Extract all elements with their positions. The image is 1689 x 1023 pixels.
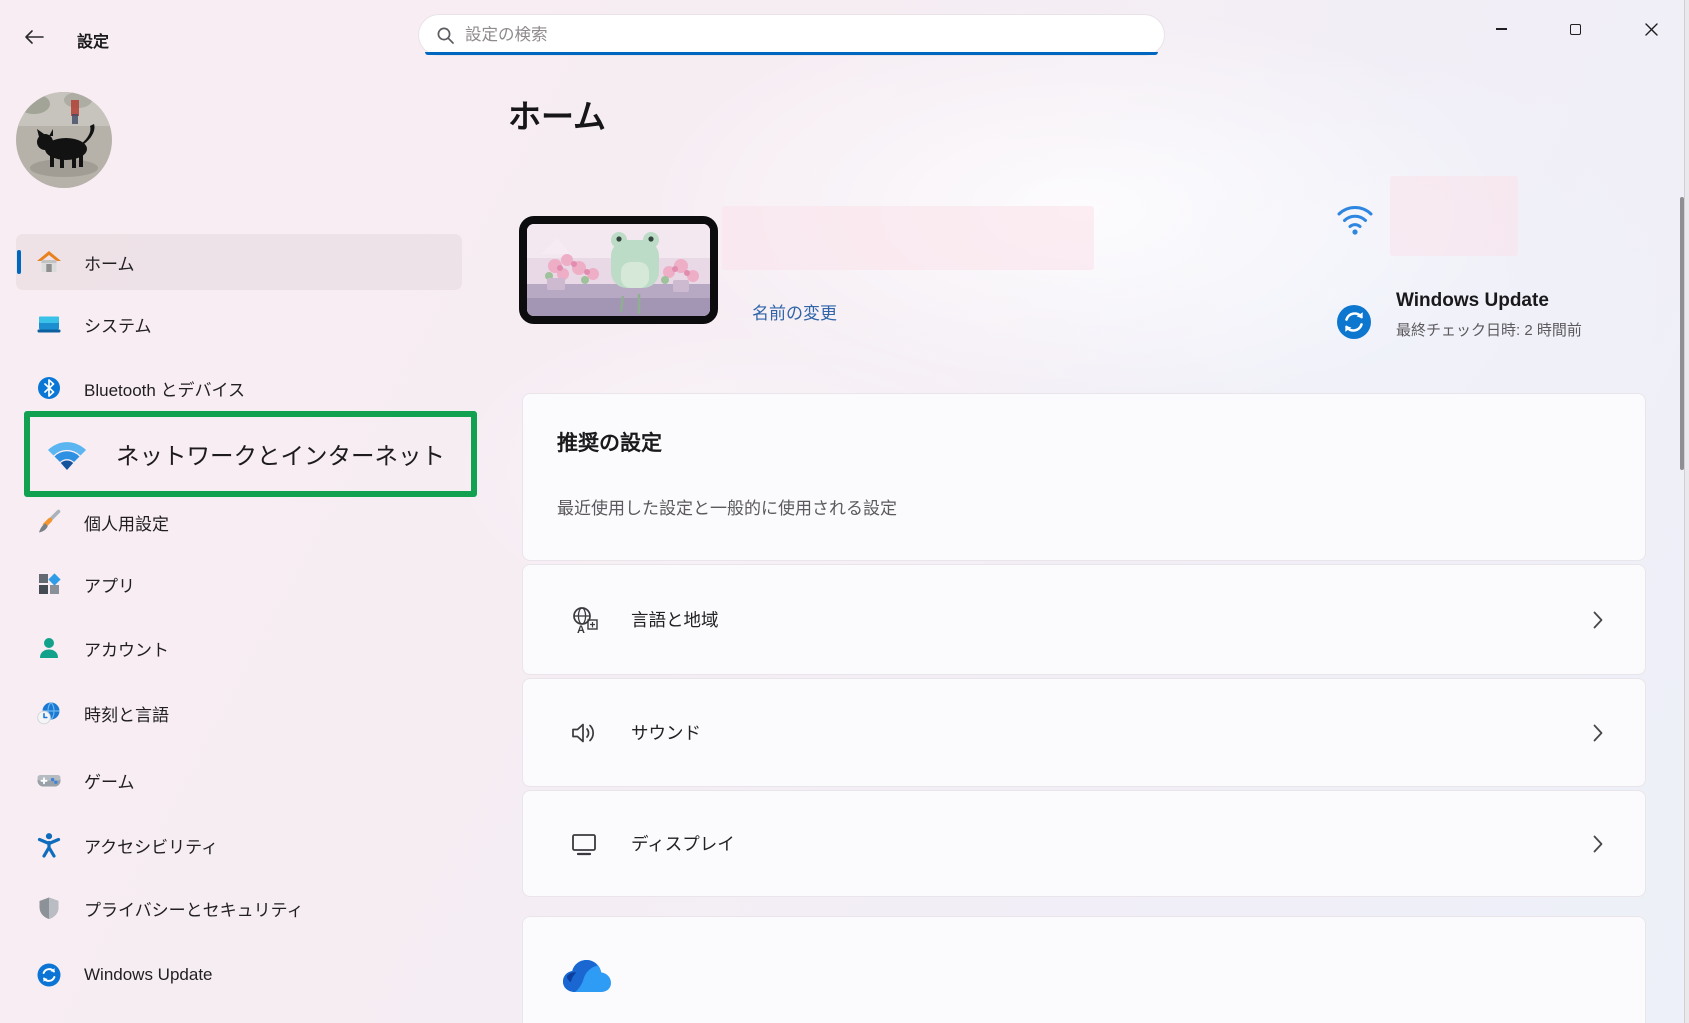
page-title: ホーム [508,90,606,138]
redacted-network-name [1390,176,1518,256]
update-sync-icon [1336,304,1372,340]
sidebar-item-label: ホーム [84,250,135,275]
recommended-settings-header-card: 推奨の設定 最近使用した設定と一般的に使用される設定 [522,393,1646,561]
maximize-icon [1570,24,1581,35]
accounts-icon [36,635,62,661]
sidebar-item-personalization[interactable]: 個人用設定 [16,494,462,550]
sidebar-item-network-annotated[interactable]: ネットワークとインターネット [24,411,477,497]
bluetooth-icon [36,375,62,401]
search-accent-underline [425,52,1158,55]
network-icon [44,435,90,473]
app-title: 設定 [77,28,109,52]
search-box[interactable] [418,14,1165,56]
sidebar-item-time-language[interactable]: 時刻と言語 [16,685,462,741]
settings-row-label: ディスプレイ [631,831,735,856]
search-icon [436,26,455,45]
personalization-icon [36,509,62,535]
wifi-icon [1336,202,1374,236]
back-arrow-icon [23,29,45,45]
settings-row-label: サウンド [631,720,701,745]
vertical-scrollbar[interactable] [1680,197,1684,470]
sidebar-item-apps[interactable]: アプリ [16,556,462,612]
sidebar-item-label: Windows Update [84,965,213,985]
sidebar-item-label: Bluetooth とデバイス [84,376,245,401]
search-input[interactable] [465,16,1125,54]
apps-icon [36,571,62,597]
rename-link[interactable]: 名前の変更 [752,299,837,324]
promo-card[interactable] [522,916,1646,1023]
sidebar-item-label: アカウント [84,636,169,661]
chevron-right-icon [1593,724,1603,742]
sidebar-item-label: 時刻と言語 [84,701,169,726]
sidebar-item-bluetooth[interactable]: Bluetooth とデバイス [16,360,462,416]
back-button[interactable] [18,22,50,52]
sidebar-item-accounts[interactable]: アカウント [16,620,462,676]
avatar-cat-photo [16,92,112,188]
sidebar-item-label: システム [84,312,152,337]
selected-indicator [17,250,21,274]
settings-row-sound[interactable]: サウンド [522,678,1646,787]
sidebar-item-label: ゲーム [84,768,135,793]
sidebar-item-label: アプリ [84,572,135,597]
windows-update-icon [36,962,62,988]
settings-row-label: 言語と地域 [631,607,719,632]
system-icon [36,311,62,337]
minimize-button[interactable] [1478,8,1524,50]
cloud-icon [561,958,613,996]
avatar[interactable] [16,92,112,188]
recommended-settings-title: 推奨の設定 [557,427,662,457]
close-button[interactable] [1628,8,1674,50]
gaming-icon [36,767,62,793]
chevron-right-icon [1593,835,1603,853]
sidebar-item-label: 個人用設定 [84,510,169,535]
home-icon [36,249,62,275]
accessibility-icon [36,832,62,858]
privacy-icon [36,895,62,921]
sidebar-item-label: プライバシーとセキュリティ [84,896,304,921]
redacted-device-name [722,206,1094,270]
sound-icon [567,716,601,750]
time-language-icon [36,700,62,726]
sidebar-item-accessibility[interactable]: アクセシビリティ [16,817,462,873]
windows-update-last-checked: 最終チェック日時: 2 時間前 [1396,319,1582,340]
window-edge [1684,0,1689,1023]
minimize-icon [1496,28,1507,29]
close-icon [1645,23,1658,36]
display-icon [567,827,601,861]
svg-text:A: A [577,624,585,635]
maximize-button[interactable] [1552,8,1598,50]
recommended-settings-subtitle: 最近使用した設定と一般的に使用される設定 [557,494,897,519]
wallpaper-frog-art [527,224,710,316]
device-wallpaper-thumbnail [519,216,718,324]
chevron-right-icon [1593,611,1603,629]
sidebar-item-gaming[interactable]: ゲーム [16,752,462,808]
sidebar-item-windows-update[interactable]: Windows Update [16,947,462,1003]
sidebar-item-privacy[interactable]: プライバシーとセキュリティ [16,880,462,936]
windows-update-title: Windows Update [1396,290,1549,312]
language-region-icon: A [567,603,601,637]
sidebar-item-system[interactable]: システム [16,296,462,352]
settings-row-display[interactable]: ディスプレイ [522,790,1646,897]
settings-row-language-region[interactable]: A 言語と地域 [522,564,1646,675]
sidebar-item-home[interactable]: ホーム [16,234,462,290]
settings-window: 設定 [0,0,1689,1023]
sidebar-item-label: ネットワークとインターネット [116,437,445,471]
sidebar-item-label: アクセシビリティ [84,833,218,858]
